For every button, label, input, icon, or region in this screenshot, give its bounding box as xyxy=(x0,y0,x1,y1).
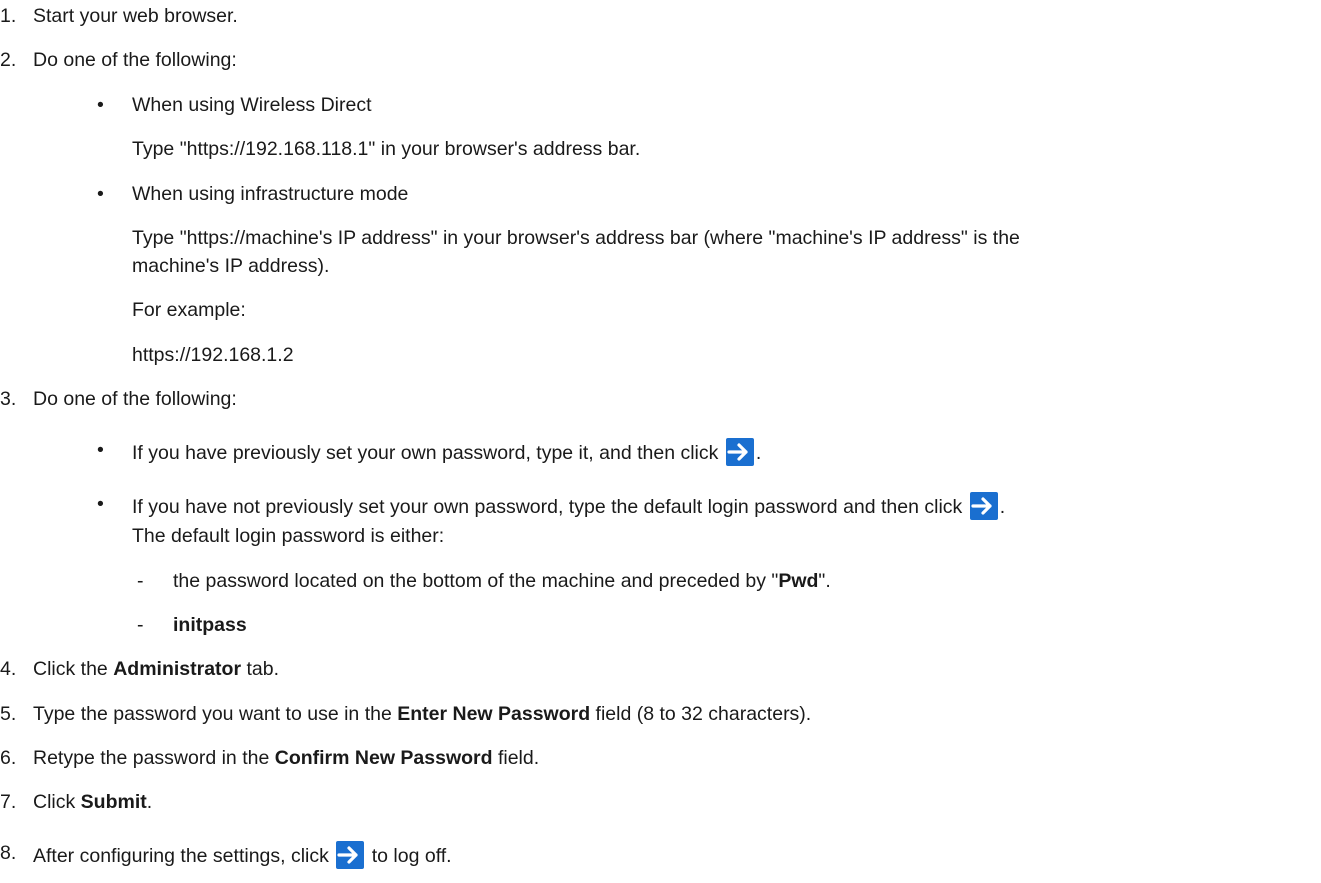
dash-text-end: ". xyxy=(818,570,831,592)
arrow-right-icon xyxy=(336,841,365,869)
bullet-punct: . xyxy=(999,496,1006,518)
step-text-end: field. xyxy=(492,747,540,769)
bullet-title: When using Wireless Direct xyxy=(132,94,372,116)
step-number: 8. xyxy=(0,842,17,864)
step-7: 7. Click Submit. xyxy=(0,790,1321,814)
dash-text: the password located on the bottom of th… xyxy=(173,570,779,592)
bullet-detail: Type "https://192.168.118.1" in your bro… xyxy=(132,138,641,160)
example-label: For example: xyxy=(132,299,246,321)
bullet-detail-line-2: machine's IP address). xyxy=(132,255,330,277)
arrow-right-icon xyxy=(969,492,998,520)
step-1: 1. Start your web browser. xyxy=(0,4,238,28)
dash-marker: - xyxy=(137,570,144,592)
bullet-marker: • xyxy=(97,439,104,461)
step-bold: Submit xyxy=(80,791,147,813)
step-bold: Confirm New Password xyxy=(274,747,493,769)
default-password-note: The default login password is either: xyxy=(132,525,445,547)
step-number: 3. xyxy=(0,388,17,410)
step-number: 1. xyxy=(0,5,17,27)
step-text-end: to log off. xyxy=(371,845,452,867)
bullet-title: When using infrastructure mode xyxy=(132,183,409,205)
bullet-marker: • xyxy=(97,183,104,205)
bullet-punct: . xyxy=(755,442,762,464)
step-5: 5. Type the password you want to use in … xyxy=(0,702,1321,726)
step-text: Do one of the following: xyxy=(33,388,237,410)
example-url: https://192.168.1.2 xyxy=(132,344,294,366)
bullet-text: If you have previously set your own pass… xyxy=(132,442,719,464)
step-text: Click xyxy=(33,791,81,813)
bullet-marker: • xyxy=(97,94,104,116)
step-number: 2. xyxy=(0,49,17,71)
step-3: 3. Do one of the following: xyxy=(0,387,1321,411)
step-text: After configuring the settings, click xyxy=(33,845,329,867)
step-8: 8. After configuring the settings, click… xyxy=(0,841,1321,869)
step-text: Do one of the following: xyxy=(33,49,237,71)
step-text: Start your web browser. xyxy=(33,5,238,27)
step-bold: Administrator xyxy=(113,658,242,680)
dash-bold: initpass xyxy=(173,614,247,636)
step-4: 4. Click the Administrator tab. xyxy=(0,657,1321,681)
step-text-end: field (8 to 32 characters). xyxy=(590,703,812,725)
step-number: 7. xyxy=(0,791,17,813)
bullet-marker: • xyxy=(97,493,104,515)
step-bold: Enter New Password xyxy=(397,703,591,725)
step-text: Type the password you want to use in the xyxy=(33,703,398,725)
arrow-right-icon xyxy=(725,438,754,466)
step-2: 2. Do one of the following: xyxy=(0,48,1321,72)
dash-bold: Pwd xyxy=(778,570,819,592)
step-text: Retype the password in the xyxy=(33,747,275,769)
step-number: 6. xyxy=(0,747,17,769)
step-6: 6. Retype the password in the Confirm Ne… xyxy=(0,746,1321,770)
bullet-text: If you have not previously set your own … xyxy=(132,496,963,518)
step-number: 4. xyxy=(0,658,17,680)
step-text: Click the xyxy=(33,658,114,680)
step-text-end: . xyxy=(146,791,153,813)
step-text-end: tab. xyxy=(241,658,280,680)
bullet-detail-line-1: Type "https://machine's IP address" in y… xyxy=(132,227,1020,249)
step-number: 5. xyxy=(0,703,17,725)
dash-marker: - xyxy=(137,614,144,636)
